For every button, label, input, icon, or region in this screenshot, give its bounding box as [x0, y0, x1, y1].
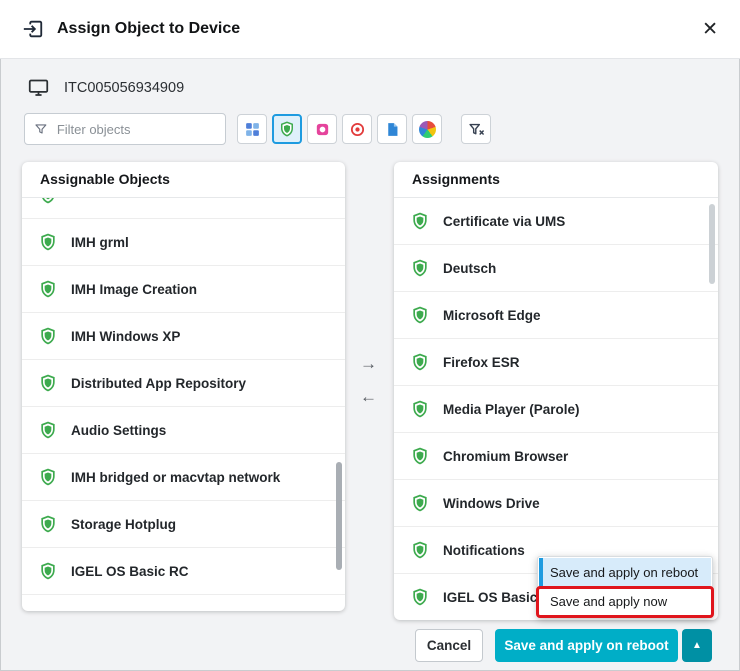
profile-shield-icon	[410, 305, 430, 325]
object-label: IGEL OS Basic	[443, 590, 537, 605]
list-item[interactable]: IMH grml	[22, 219, 345, 266]
unassign-arrow-button[interactable]: ←	[360, 388, 377, 405]
profile-shield-icon	[410, 493, 430, 513]
list-item[interactable]: IMH Windows XP	[22, 313, 345, 360]
list-item[interactable]: IMH bridged or macvtap network	[22, 454, 345, 501]
filter-type-buttons	[237, 114, 442, 144]
assignments-list: Certificate via UMS Deutsch Microsoft Ed…	[394, 198, 718, 618]
filter-files-button[interactable]	[377, 114, 407, 144]
dialog-header: Assign Object to Device ✕	[0, 0, 740, 59]
object-label: Notifications	[443, 543, 525, 558]
profile-shield-icon	[38, 420, 58, 440]
clear-filter-button[interactable]	[461, 114, 491, 144]
dialog-title: Assign Object to Device	[57, 20, 240, 38]
list-item[interactable]: Deutsch	[394, 245, 718, 292]
filter-template-keys-button[interactable]	[412, 114, 442, 144]
filter-firmware-customizations-button[interactable]	[342, 114, 372, 144]
profile-shield-icon	[410, 211, 430, 231]
assignable-objects-panel: Assignable Objects IMH grml IMH Image Cr…	[22, 162, 345, 611]
object-label: Windows Drive	[443, 496, 540, 511]
menu-item-save-apply-reboot[interactable]: Save and apply on reboot	[539, 558, 711, 587]
object-label: Storage Hotplug	[71, 517, 176, 532]
list-item[interactable]: IGEL OS Basic RC	[22, 548, 345, 595]
profile-shield-icon	[410, 446, 430, 466]
list-item[interactable]: Distributed App Repository	[22, 360, 345, 407]
panel-title-assignable: Assignable Objects	[22, 162, 345, 198]
profile-shield-icon	[410, 540, 430, 560]
list-item[interactable]: Certificate via UMS	[394, 198, 718, 245]
chevron-up-icon: ▲	[692, 640, 702, 651]
file-icon	[384, 121, 401, 138]
object-label: Distributed App Repository	[71, 376, 246, 391]
scrollbar-thumb[interactable]	[336, 462, 342, 570]
profile-shield-icon	[38, 279, 58, 299]
cancel-button[interactable]: Cancel	[415, 629, 483, 662]
filter-priority-profiles-button[interactable]	[307, 114, 337, 144]
filter-profiles-button[interactable]	[272, 114, 302, 144]
assign-object-dialog: { "header": { "title": "Assign Object to…	[0, 0, 740, 671]
funnel-icon	[34, 121, 48, 137]
list-item[interactable]: Firefox ESR	[394, 339, 718, 386]
color-wheel-icon	[419, 121, 436, 138]
profile-shield-icon	[38, 326, 58, 346]
assign-arrow-button[interactable]: →	[360, 355, 377, 372]
object-label: Audio Settings	[71, 423, 166, 438]
close-icon[interactable]: ✕	[702, 20, 718, 39]
profile-shield-icon	[410, 399, 430, 419]
object-label: IMH Windows XP	[71, 329, 180, 344]
list-item[interactable]: Storage Hotplug	[22, 501, 345, 548]
object-label: Firefox ESR	[443, 355, 520, 370]
object-label: IMH grml	[71, 235, 129, 250]
object-label: Media Player (Parole)	[443, 402, 580, 417]
profile-shield-icon	[38, 232, 58, 252]
save-options-toggle-button[interactable]: ▲	[682, 629, 712, 662]
panel-title-assignments: Assignments	[394, 162, 718, 198]
list-item-partial[interactable]	[22, 198, 345, 219]
list-item[interactable]: Chromium Browser	[394, 433, 718, 480]
profile-shield-icon	[38, 561, 58, 581]
profile-shield-icon	[410, 352, 430, 372]
list-item[interactable]: Windows Drive	[394, 480, 718, 527]
monitor-icon	[27, 77, 50, 98]
assignable-objects-list: IMH grml IMH Image Creation IMH Windows …	[22, 198, 345, 609]
grid-icon	[244, 121, 261, 138]
object-label: IMH bridged or macvtap network	[71, 470, 280, 485]
profile-shield-icon	[38, 514, 58, 534]
profile-shield-icon	[38, 373, 58, 393]
filter-objects-input[interactable]	[55, 121, 216, 138]
list-item[interactable]: Microsoft Edge	[394, 292, 718, 339]
menu-item-save-apply-now[interactable]: Save and apply now	[539, 587, 711, 616]
profile-shield-icon	[410, 587, 430, 607]
assign-object-icon	[22, 18, 44, 40]
menu-item-label: Save and apply now	[550, 594, 667, 609]
object-label: IMH Image Creation	[71, 282, 197, 297]
shield-icon	[278, 120, 296, 138]
scrollbar-thumb[interactable]	[709, 204, 715, 284]
filter-input-wrap	[24, 113, 226, 145]
object-label: Chromium Browser	[443, 449, 568, 464]
object-label: IGEL OS Basic RC	[71, 564, 189, 579]
list-item[interactable]: IMH Image Creation	[22, 266, 345, 313]
device-row: ITC005056934909	[27, 77, 184, 98]
list-item[interactable]: Media Player (Parole)	[394, 386, 718, 433]
object-label: Certificate via UMS	[443, 214, 565, 229]
menu-item-label: Save and apply on reboot	[550, 565, 698, 580]
list-item[interactable]: Audio Settings	[22, 407, 345, 454]
save-apply-reboot-button[interactable]: Save and apply on reboot	[495, 629, 678, 662]
object-label: Deutsch	[443, 261, 496, 276]
funnel-clear-icon	[468, 121, 485, 138]
filter-all-objects-button[interactable]	[237, 114, 267, 144]
assignments-panel: Assignments Certificate via UMS Deutsch …	[394, 162, 718, 620]
profile-shield-icon	[410, 258, 430, 278]
device-id: ITC005056934909	[64, 80, 184, 96]
object-label: Microsoft Edge	[443, 308, 541, 323]
pink-badge-icon	[314, 121, 331, 138]
save-options-menu: Save and apply on reboot Save and apply …	[537, 556, 713, 618]
profile-shield-icon	[38, 467, 58, 487]
profile-shield-icon	[38, 198, 58, 205]
red-ring-icon	[349, 121, 366, 138]
